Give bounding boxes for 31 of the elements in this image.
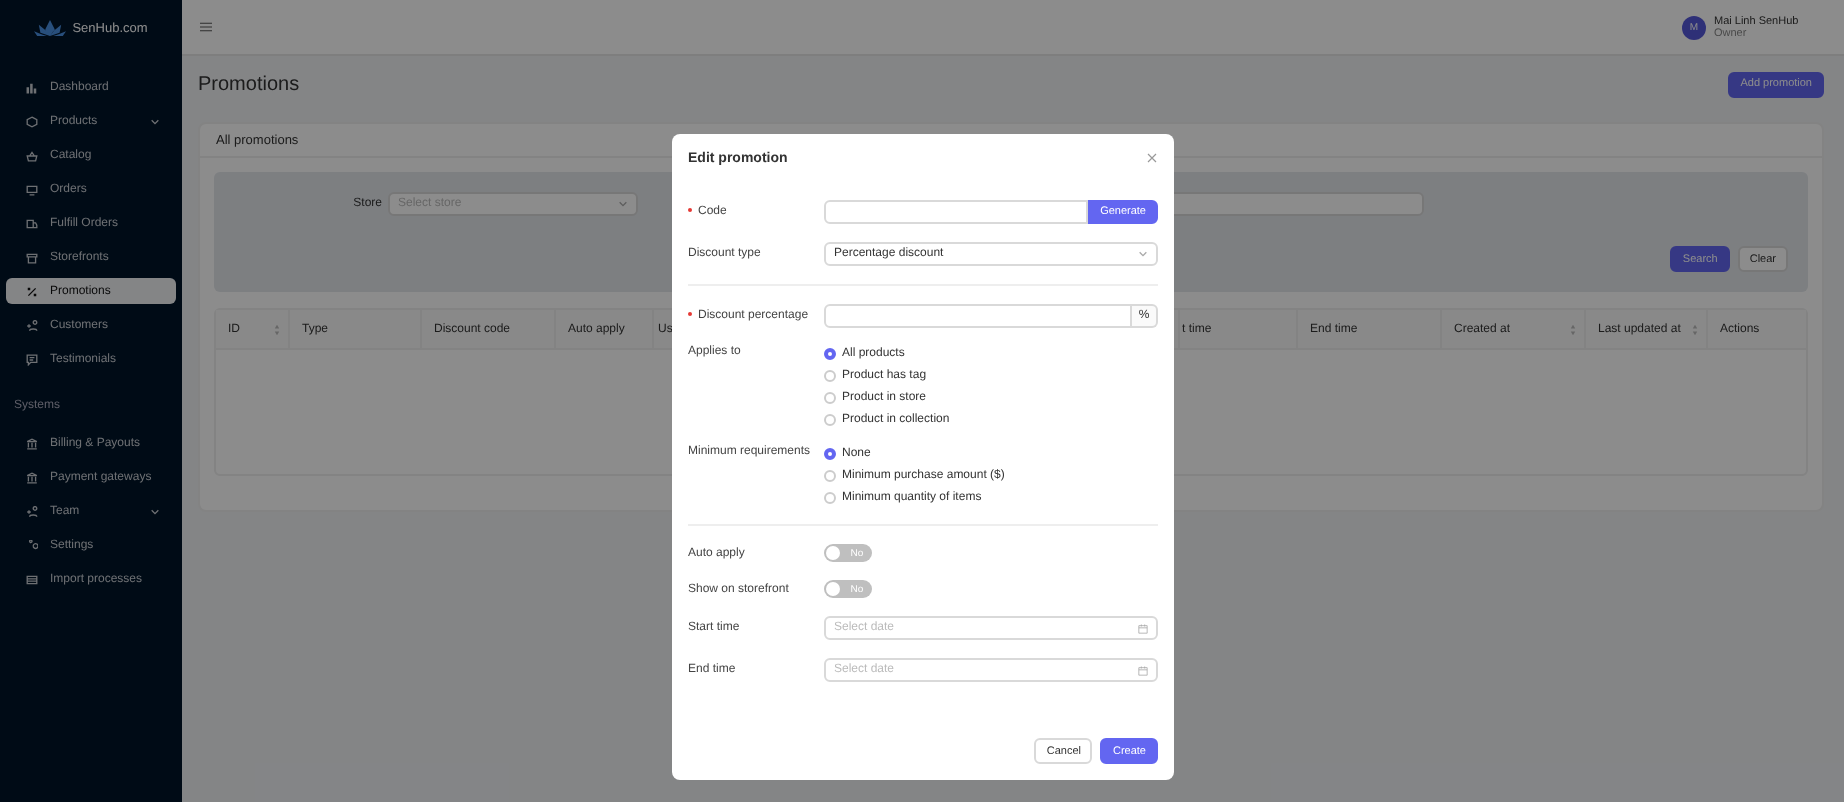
close-icon[interactable] — [1146, 152, 1158, 164]
database-icon — [26, 573, 38, 585]
calendar-icon — [1138, 665, 1148, 675]
radio-button[interactable] — [824, 370, 836, 382]
basket-icon — [26, 149, 38, 161]
lotus-logo-icon — [34, 18, 67, 38]
monitor-icon — [26, 183, 38, 195]
radio-button[interactable] — [824, 470, 836, 482]
chevron-down-icon — [1138, 250, 1148, 258]
discount-percentage-field[interactable] — [824, 304, 1132, 328]
calendar-icon — [1138, 623, 1148, 633]
chat-icon — [26, 353, 38, 365]
radio-button[interactable] — [824, 492, 836, 504]
radio-button[interactable] — [824, 348, 836, 360]
store-icon — [26, 251, 38, 263]
bank-icon — [26, 437, 38, 449]
radio-button[interactable] — [824, 414, 836, 426]
radio-button[interactable] — [824, 392, 836, 404]
percent-icon — [26, 285, 38, 297]
gear-icon — [26, 539, 38, 551]
page-title: Promotions — [198, 73, 300, 95]
chevron-down-icon — [618, 200, 628, 208]
users-icon — [26, 505, 38, 517]
box-icon — [26, 115, 38, 127]
bar-chart-icon — [26, 81, 38, 93]
code-field[interactable] — [824, 200, 1089, 224]
bank-icon — [26, 471, 38, 483]
menu-icon[interactable] — [200, 22, 212, 32]
users-icon — [26, 319, 38, 331]
radio-button[interactable] — [824, 448, 836, 460]
truck-icon — [26, 217, 38, 229]
